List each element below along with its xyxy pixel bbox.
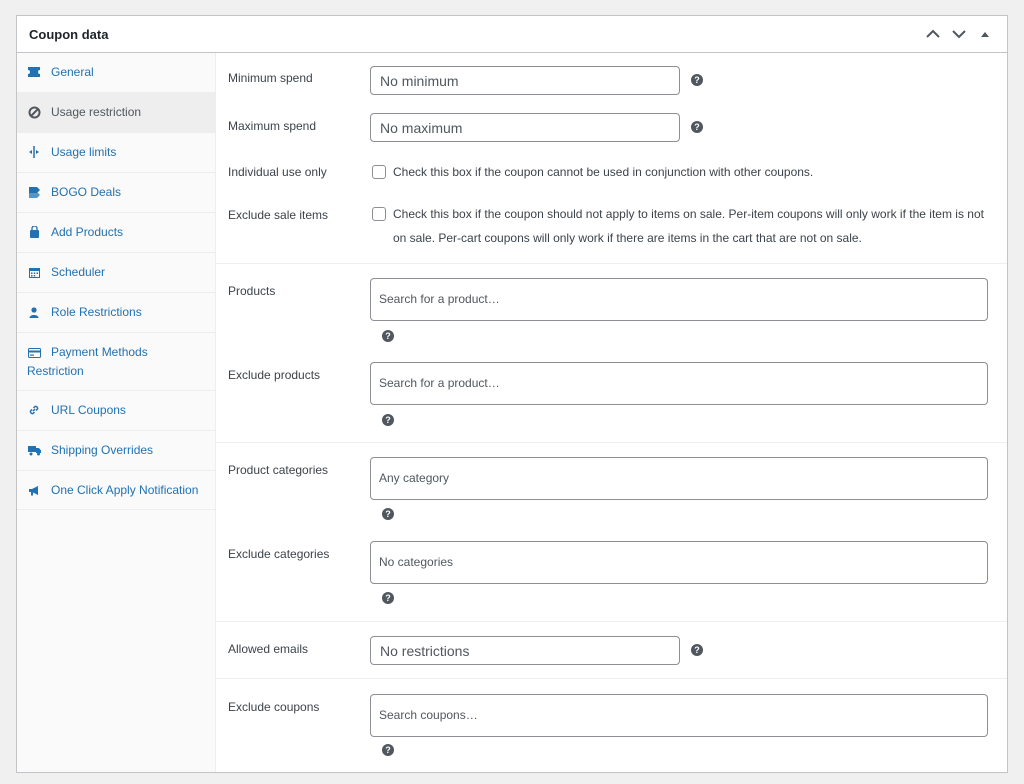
tab-label: One Click Apply Notification xyxy=(51,483,199,497)
credit-card-icon xyxy=(27,346,41,360)
tab-label: BOGO Deals xyxy=(51,185,122,199)
emails-group: Allowed emails ? xyxy=(216,622,1007,679)
allowed-emails-input[interactable] xyxy=(370,636,680,665)
metabox-header: Coupon data xyxy=(17,16,1007,53)
tab-label: General xyxy=(51,65,94,79)
tab-general[interactable]: General xyxy=(17,53,215,93)
chevron-down-icon xyxy=(952,30,966,39)
maximum-spend-label: Maximum spend xyxy=(228,119,317,133)
tab-one-click-apply-notification[interactable]: One Click Apply Notification xyxy=(17,471,215,510)
allowed-emails-label: Allowed emails xyxy=(228,642,309,656)
metabox-title: Coupon data xyxy=(29,26,109,42)
calendar-icon xyxy=(27,265,41,279)
individual-use-description: Check this box if the coupon cannot be u… xyxy=(393,165,814,179)
tab-bogo-deals[interactable]: BOGO Deals xyxy=(17,173,215,213)
exclude-coupons-label: Exclude coupons xyxy=(228,700,320,714)
tab-url-coupons[interactable]: URL Coupons xyxy=(17,391,215,431)
maximum-spend-input[interactable] xyxy=(370,113,680,142)
tab-usage-restriction[interactable]: Usage restriction xyxy=(17,93,215,133)
chevron-up-icon xyxy=(926,29,940,38)
tab-label: Usage limits xyxy=(51,145,117,159)
link-icon xyxy=(27,403,41,417)
tab-label: Payment Methods Restriction xyxy=(27,345,148,378)
help-icon[interactable]: ? xyxy=(382,592,394,604)
tab-label: Add Products xyxy=(51,225,124,239)
exclude-products-label: Exclude products xyxy=(228,368,321,382)
tab-payment-methods-restriction[interactable]: Payment Methods Restriction xyxy=(17,333,215,391)
exclude-sale-items-description: Check this box if the coupon should not … xyxy=(393,207,984,245)
exclude-coupons-search[interactable]: Search coupons… xyxy=(370,694,988,737)
minimum-spend-label: Minimum spend xyxy=(228,71,313,85)
help-icon[interactable]: ? xyxy=(691,644,703,656)
help-icon[interactable]: ? xyxy=(382,330,394,342)
minimum-spend-input[interactable] xyxy=(370,66,680,95)
help-icon[interactable]: ? xyxy=(691,121,703,133)
tab-scheduler[interactable]: Scheduler xyxy=(17,253,215,293)
bogo-icon xyxy=(27,185,41,199)
usage-restriction-panel: Minimum spend ? Maximum spend ? Individu… xyxy=(216,53,1007,772)
tab-shipping-overrides[interactable]: Shipping Overrides xyxy=(17,431,215,471)
tab-usage-limits[interactable]: Usage limits xyxy=(17,133,215,173)
exclude-sale-items-label: Exclude sale items xyxy=(228,208,329,222)
bag-icon xyxy=(27,225,41,239)
individual-use-checkbox[interactable] xyxy=(372,165,386,179)
truck-icon xyxy=(27,443,41,457)
help-icon[interactable]: ? xyxy=(382,414,394,426)
coupon-data-metabox: Coupon data General Usage restriction Us… xyxy=(16,15,1008,773)
toggle-panel-button[interactable] xyxy=(975,24,995,44)
prohibited-icon xyxy=(27,105,41,119)
categories-group: Product categories Any category ? Exclud… xyxy=(216,443,1007,622)
exclude-categories-select[interactable]: No categories xyxy=(370,541,988,584)
user-icon xyxy=(27,305,41,319)
help-icon[interactable]: ? xyxy=(382,508,394,520)
coupon-tabs: General Usage restriction Usage limits B… xyxy=(17,53,216,772)
exclude-products-search[interactable]: Search for a product… xyxy=(370,362,988,405)
metabox-actions xyxy=(923,24,995,44)
individual-use-label: Individual use only xyxy=(228,165,327,179)
products-label: Products xyxy=(228,284,276,298)
spend-options-group: Minimum spend ? Maximum spend ? Individu… xyxy=(216,53,1007,264)
arrows-limit-icon xyxy=(27,145,41,159)
tab-label: Scheduler xyxy=(51,265,106,279)
move-up-button[interactable] xyxy=(923,24,943,44)
exclude-categories-label: Exclude categories xyxy=(228,547,330,561)
megaphone-icon xyxy=(27,484,41,498)
ticket-icon xyxy=(27,65,41,79)
move-down-button[interactable] xyxy=(949,24,969,44)
products-group: Products Search for a product… ? Exclude… xyxy=(216,264,1007,443)
triangle-up-icon xyxy=(981,32,989,37)
help-icon[interactable]: ? xyxy=(691,74,703,86)
products-search[interactable]: Search for a product… xyxy=(370,278,988,321)
exclude-sale-items-checkbox[interactable] xyxy=(372,207,386,221)
coupons-group: Exclude coupons Search coupons… ? xyxy=(216,679,1007,773)
tab-label: URL Coupons xyxy=(51,403,126,417)
product-categories-select[interactable]: Any category xyxy=(370,457,988,500)
tab-label: Shipping Overrides xyxy=(51,443,154,457)
tab-label: Usage restriction xyxy=(51,105,142,119)
product-categories-label: Product categories xyxy=(228,463,329,477)
tab-add-products[interactable]: Add Products xyxy=(17,213,215,253)
tab-role-restrictions[interactable]: Role Restrictions xyxy=(17,293,215,333)
help-icon[interactable]: ? xyxy=(382,744,394,756)
tab-label: Role Restrictions xyxy=(51,305,142,319)
